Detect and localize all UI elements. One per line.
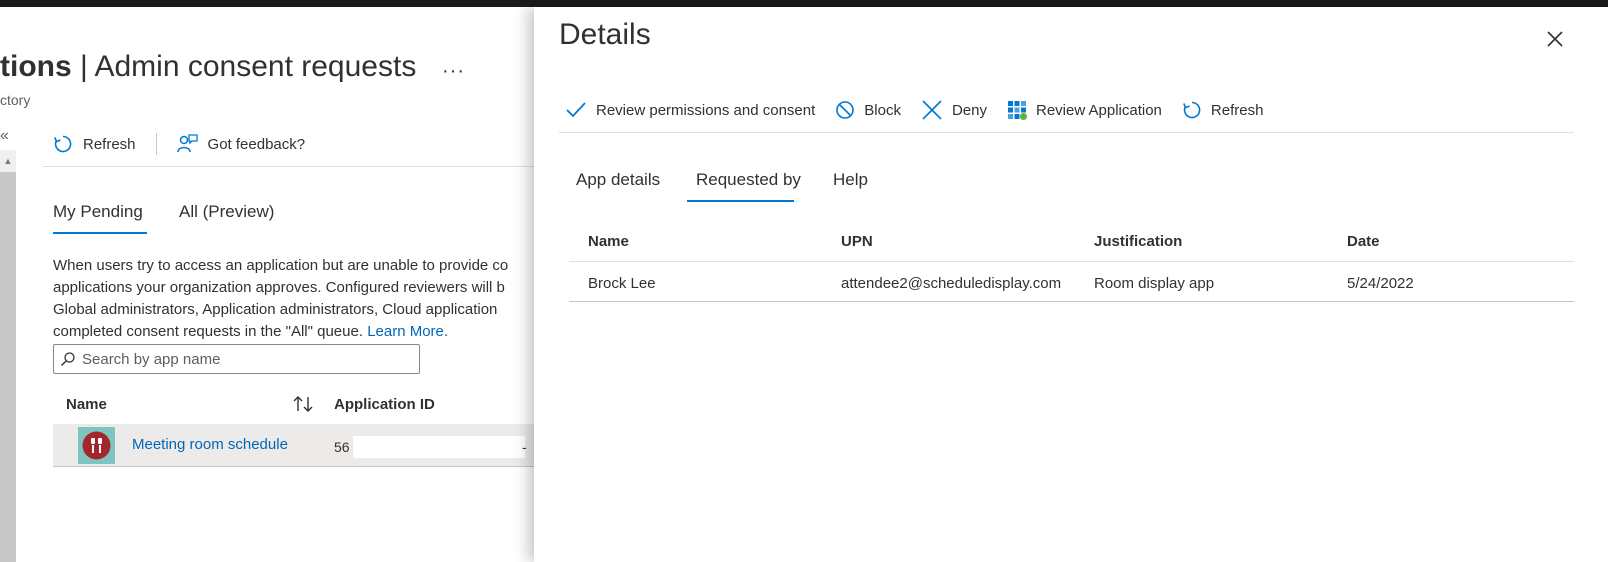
collapse-chevron-icon[interactable]: « <box>0 128 9 144</box>
tab-my-pending[interactable]: My Pending <box>53 202 143 222</box>
description-line: Global administrators, Application admin… <box>53 301 498 318</box>
panel-command-bar: Review permissions and consent Block Den… <box>565 96 1283 124</box>
description-text: When users try to access an application … <box>53 255 533 343</box>
tab-app-details[interactable]: App details <box>576 170 660 190</box>
page-title-bold: tions <box>0 50 72 83</box>
meeting-room-app-icon <box>78 427 115 464</box>
more-options-button[interactable]: ··· <box>442 60 465 83</box>
learn-more-link[interactable]: Learn More. <box>367 323 448 340</box>
request-justification: Room display app <box>1094 275 1215 292</box>
feedback-person-icon <box>176 134 198 153</box>
panel-title: Details <box>559 18 651 51</box>
column-header-name[interactable]: Name <box>66 396 107 413</box>
block-icon <box>836 101 855 119</box>
checkmark-icon <box>566 102 586 118</box>
toolbar-separator <box>155 133 157 155</box>
requester-name: Brock Lee <box>588 275 656 292</box>
deny-label: Deny <box>951 101 987 119</box>
search-box[interactable] <box>53 344 420 374</box>
feedback-button[interactable]: Got feedback? <box>176 130 306 158</box>
app-grid-icon <box>1008 101 1027 120</box>
refresh-icon <box>54 135 72 153</box>
scroll-up-arrow-icon[interactable]: ▲ <box>0 150 16 172</box>
page-toolbar: Refresh Got feedback? <box>53 130 305 158</box>
row-divider <box>569 301 1574 302</box>
page-title-rest: | Admin consent requests <box>71 50 417 83</box>
app-id-value: 56 <box>334 439 350 455</box>
sort-arrows-icon[interactable] <box>292 394 316 414</box>
review-application-label: Review Application <box>1036 101 1162 119</box>
toolbar-divider <box>43 166 543 167</box>
command-bar-divider <box>559 132 1574 133</box>
page-subtitle: ctory <box>0 92 31 108</box>
search-icon <box>61 352 75 366</box>
page-refresh-button[interactable]: Refresh <box>53 130 136 158</box>
review-application-button[interactable]: Review Application <box>1007 96 1162 124</box>
app-name-link[interactable]: Meeting room schedule <box>132 436 288 453</box>
requester-upn: attendee2@scheduledisplay.com <box>841 275 1062 292</box>
active-tab-indicator <box>687 200 794 202</box>
app-id-suffix: - <box>522 439 527 455</box>
details-panel <box>534 7 1608 562</box>
review-permissions-button[interactable]: Review permissions and consent <box>565 96 815 124</box>
header-divider <box>569 261 1574 262</box>
review-permissions-label: Review permissions and consent <box>596 101 816 119</box>
page-refresh-label: Refresh <box>83 135 136 153</box>
feedback-label: Got feedback? <box>207 135 306 153</box>
block-label: Block <box>864 101 901 119</box>
refresh-icon <box>1182 101 1201 119</box>
column-header-upn[interactable]: UPN <box>841 233 873 250</box>
scrollbar-track[interactable] <box>0 150 16 562</box>
close-icon[interactable] <box>1543 27 1567 51</box>
tab-help[interactable]: Help <box>833 170 868 190</box>
search-input[interactable] <box>82 350 402 368</box>
column-header-name[interactable]: Name <box>588 233 629 250</box>
description-line: completed consent requests in the "All" … <box>53 323 368 340</box>
column-header-app-id[interactable]: Application ID <box>334 396 435 413</box>
panel-refresh-button[interactable]: Refresh <box>1182 96 1264 124</box>
deny-x-icon <box>922 100 942 120</box>
block-button[interactable]: Block <box>835 96 901 124</box>
request-date: 5/24/2022 <box>1347 275 1414 292</box>
page-title: tions | Admin consent requests <box>0 50 416 84</box>
tab-all-preview[interactable]: All (Preview) <box>179 202 274 222</box>
deny-button[interactable]: Deny <box>921 96 987 124</box>
column-header-date[interactable]: Date <box>1347 233 1380 250</box>
tab-requested-by[interactable]: Requested by <box>696 170 801 190</box>
description-line: applications your organization approves.… <box>53 279 505 296</box>
active-tab-indicator <box>53 232 147 234</box>
row-divider <box>53 466 553 467</box>
description-line-last: completed consent requests in the "All" … <box>53 321 533 343</box>
column-header-justification[interactable]: Justification <box>1094 233 1182 250</box>
redacted-area <box>353 436 525 458</box>
top-bar <box>0 0 1608 7</box>
panel-refresh-label: Refresh <box>1210 101 1264 119</box>
description-line: When users try to access an application … <box>53 257 509 274</box>
